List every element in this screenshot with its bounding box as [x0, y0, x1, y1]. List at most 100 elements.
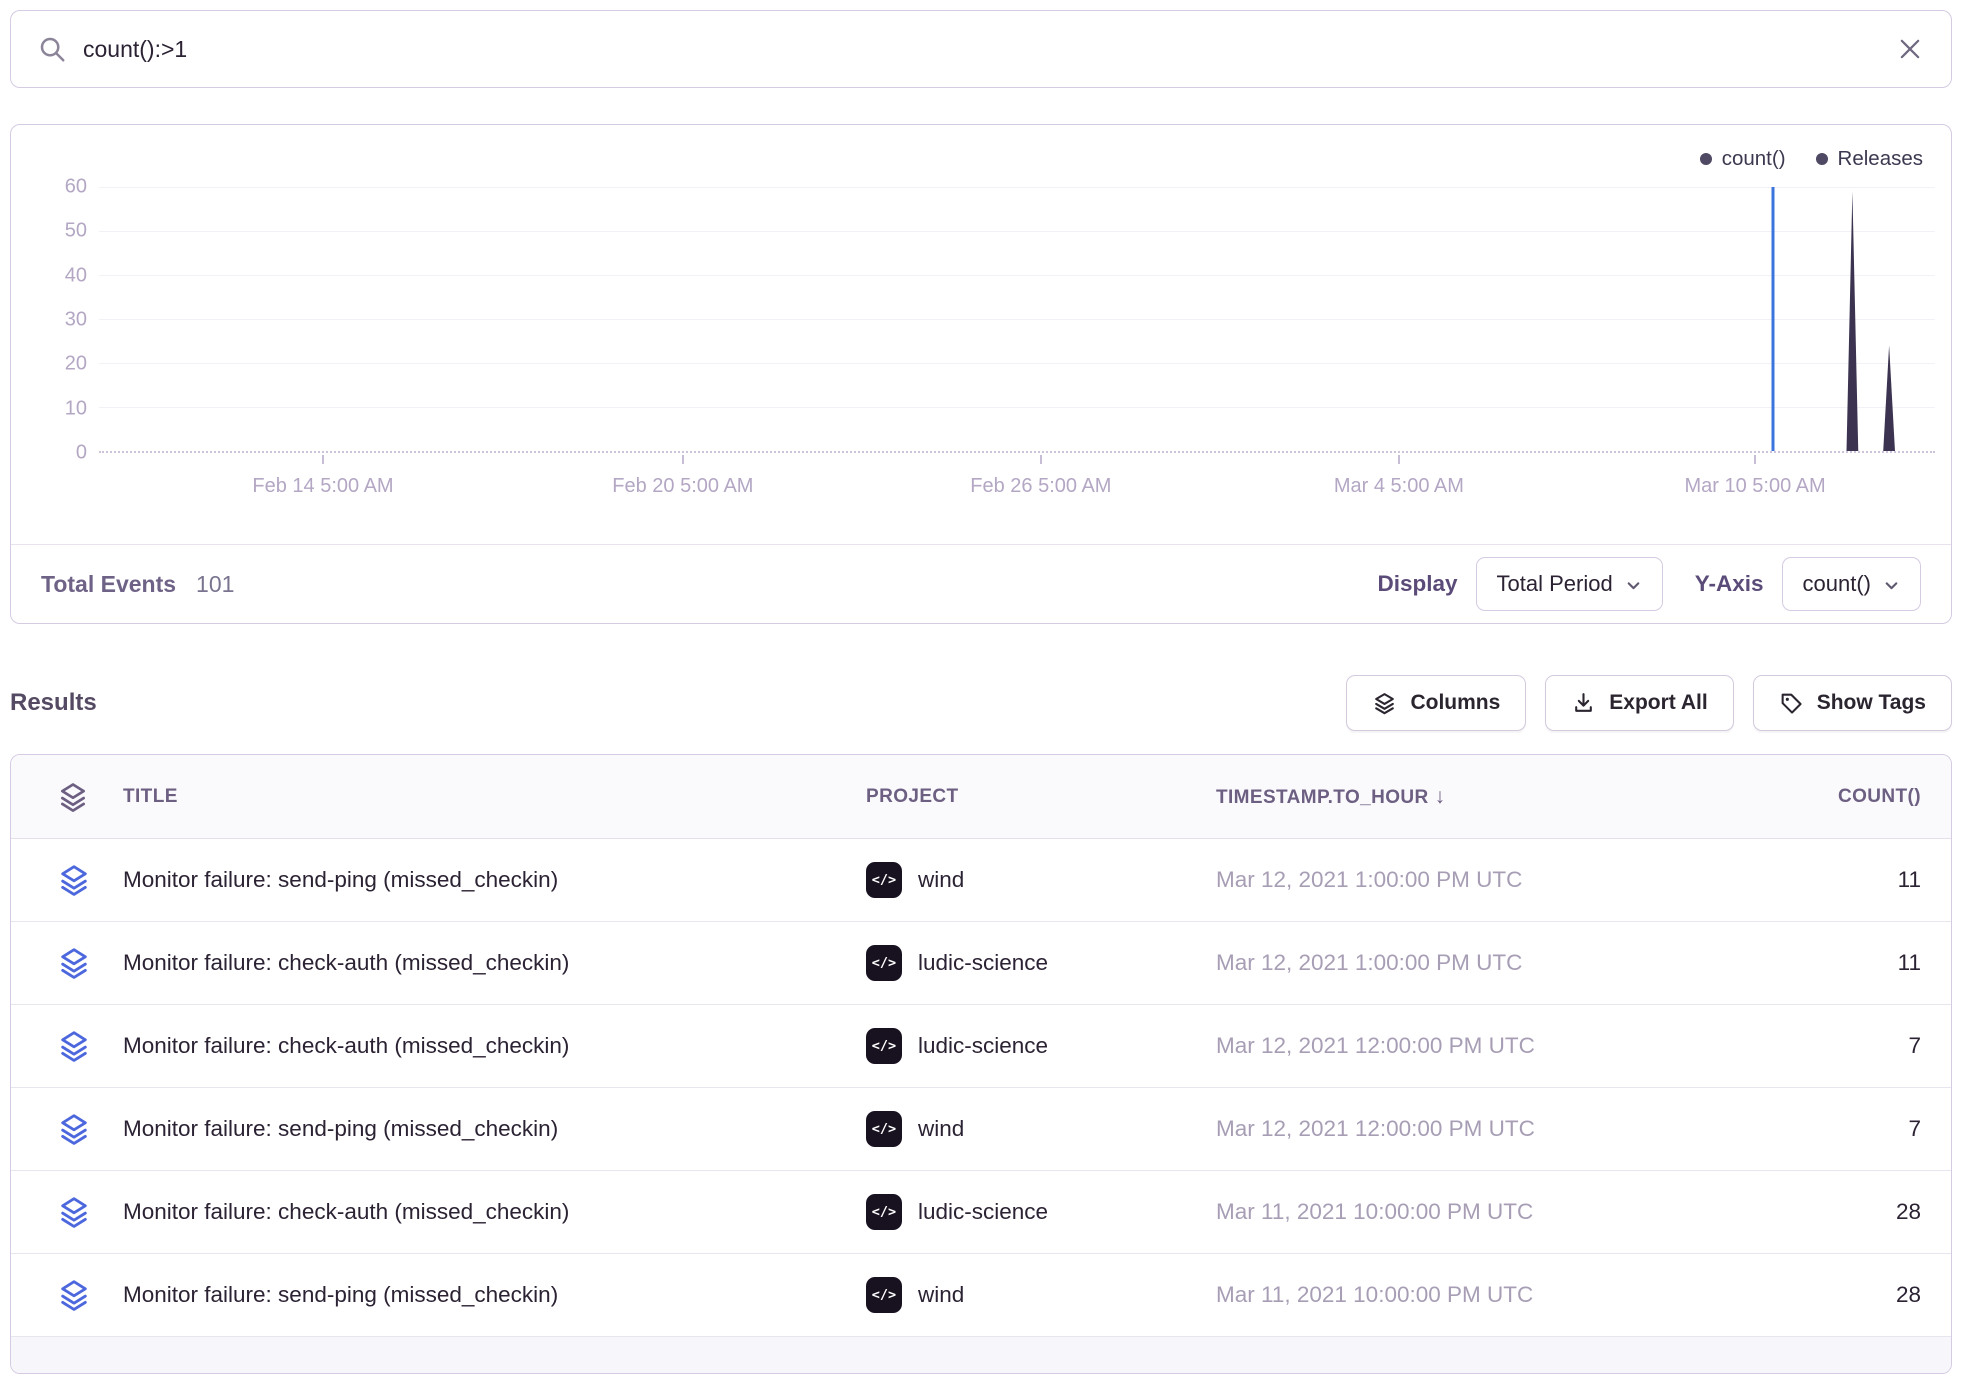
project-cell: </> wind — [866, 862, 1216, 898]
column-header-project[interactable]: PROJECT — [866, 786, 1216, 808]
count-cell: 11 — [1681, 867, 1951, 893]
total-events: Total Events 101 — [41, 571, 234, 598]
clear-search-icon[interactable] — [1895, 34, 1925, 64]
y-axis-dropdown-value: count() — [1803, 571, 1871, 597]
event-title-link[interactable]: Monitor failure: check-auth (missed_chec… — [123, 950, 866, 976]
project-name: ludic-science — [918, 950, 1048, 976]
project-platform-icon: </> — [866, 1028, 902, 1064]
stack-icon[interactable] — [57, 944, 91, 982]
stack-icon[interactable] — [57, 1193, 91, 1231]
table-row[interactable]: Monitor failure: send-ping (missed_check… — [11, 1254, 1951, 1337]
table-header-row: TITLE PROJECT TIMESTAMP.TO_HOUR ↓ COUNT() — [11, 755, 1951, 839]
column-header-timestamp[interactable]: TIMESTAMP.TO_HOUR ↓ — [1216, 785, 1681, 809]
column-header-title[interactable]: TITLE — [123, 786, 866, 808]
x-axis-tick — [1754, 455, 1756, 464]
x-axis-tick — [682, 455, 684, 464]
table-row[interactable]: Monitor failure: check-auth (missed_chec… — [11, 1171, 1951, 1254]
project-platform-icon: </> — [866, 1194, 902, 1230]
chart-controls: Display Total Period Y-Axis count() — [1377, 557, 1921, 611]
columns-button-label: Columns — [1410, 691, 1500, 715]
legend-label: Releases — [1838, 147, 1923, 171]
project-platform-icon: </> — [866, 1277, 902, 1313]
event-title-link[interactable]: Monitor failure: send-ping (missed_check… — [123, 867, 866, 893]
event-title-link[interactable]: Monitor failure: send-ping (missed_check… — [123, 1116, 866, 1142]
legend-item-count[interactable]: count() — [1700, 147, 1786, 171]
chart-legend: count() Releases — [1700, 147, 1923, 171]
results-heading: Results — [10, 689, 97, 717]
y-axis-tick-label: 40 — [65, 264, 87, 287]
results-actions: Columns Export All Show Tags — [1346, 675, 1952, 731]
x-axis-tick — [1040, 455, 1042, 464]
events-chart-panel: count()Releases 0102030405060 Feb 14 5:0… — [10, 124, 1952, 624]
columns-button[interactable]: Columns — [1346, 675, 1526, 731]
header-stack-cell[interactable] — [11, 779, 123, 815]
legend-dot-icon — [1816, 153, 1828, 165]
show-tags-button-label: Show Tags — [1817, 691, 1926, 715]
table-row[interactable]: Monitor failure: check-auth (missed_chec… — [11, 1005, 1951, 1088]
y-axis-label: Y-Axis — [1695, 571, 1764, 597]
layers-icon — [1372, 691, 1397, 716]
project-cell: </> ludic-science — [866, 945, 1216, 981]
stack-icon — [57, 779, 89, 815]
y-axis-tick-label: 0 — [76, 442, 87, 465]
y-axis-dropdown[interactable]: count() — [1782, 557, 1921, 611]
stack-icon[interactable] — [57, 1276, 91, 1314]
x-axis-tick-label: Feb 14 5:00 AM — [252, 475, 393, 498]
chart-footer: Total Events 101 Display Total Period Y-… — [11, 544, 1951, 623]
search-input[interactable] — [83, 36, 1895, 63]
count-cell: 7 — [1681, 1033, 1951, 1059]
row-stack-cell — [11, 1193, 123, 1231]
project-platform-icon: </> — [866, 862, 902, 898]
export-all-button[interactable]: Export All — [1545, 675, 1733, 731]
x-axis-tick-label: Feb 20 5:00 AM — [612, 475, 753, 498]
count-spike — [1847, 191, 1859, 451]
timestamp-cell: Mar 11, 2021 10:00:00 PM UTC — [1216, 1282, 1681, 1308]
project-name: wind — [918, 1116, 964, 1142]
project-cell: </> wind — [866, 1111, 1216, 1147]
y-axis-tick-label: 20 — [65, 353, 87, 376]
project-cell: </> wind — [866, 1277, 1216, 1313]
project-cell: </> ludic-science — [866, 1194, 1216, 1230]
search-icon — [37, 34, 67, 64]
search-bar — [10, 10, 1952, 88]
download-icon — [1571, 691, 1596, 716]
table-footer — [11, 1337, 1951, 1373]
row-stack-cell — [11, 861, 123, 899]
table-row[interactable]: Monitor failure: send-ping (missed_check… — [11, 1088, 1951, 1171]
sort-desc-icon: ↓ — [1435, 785, 1446, 808]
total-events-label: Total Events — [41, 571, 176, 598]
x-axis-tick — [322, 455, 324, 464]
chart-y-labels: 0102030405060 — [25, 187, 87, 453]
y-axis-tick-label: 50 — [65, 220, 87, 243]
x-axis-tick-label: Mar 10 5:00 AM — [1684, 475, 1825, 498]
stack-icon[interactable] — [57, 1027, 91, 1065]
display-dropdown[interactable]: Total Period — [1476, 557, 1663, 611]
legend-label: count() — [1722, 147, 1786, 171]
table-row[interactable]: Monitor failure: check-auth (missed_chec… — [11, 922, 1951, 1005]
count-cell: 28 — [1681, 1199, 1951, 1225]
plot-area — [99, 187, 1935, 453]
project-name: ludic-science — [918, 1199, 1048, 1225]
stack-icon[interactable] — [57, 1110, 91, 1148]
show-tags-button[interactable]: Show Tags — [1753, 675, 1952, 731]
export-all-button-label: Export All — [1609, 691, 1707, 715]
row-stack-cell — [11, 1110, 123, 1148]
count-series — [99, 187, 1935, 451]
event-title-link[interactable]: Monitor failure: check-auth (missed_chec… — [123, 1199, 866, 1225]
project-name: wind — [918, 867, 964, 893]
x-axis-tick-label: Feb 26 5:00 AM — [970, 475, 1111, 498]
count-cell: 7 — [1681, 1116, 1951, 1142]
event-title-link[interactable]: Monitor failure: check-auth (missed_chec… — [123, 1033, 866, 1059]
column-header-count[interactable]: COUNT() — [1681, 786, 1951, 808]
legend-item-releases[interactable]: Releases — [1816, 147, 1923, 171]
project-name: ludic-science — [918, 1033, 1048, 1059]
y-axis-tick-label: 10 — [65, 397, 87, 420]
x-axis-tick — [1398, 455, 1400, 464]
total-events-value: 101 — [196, 571, 234, 598]
timestamp-column-label: TIMESTAMP.TO_HOUR — [1216, 787, 1429, 808]
stack-icon[interactable] — [57, 861, 91, 899]
row-stack-cell — [11, 1276, 123, 1314]
event-title-link[interactable]: Monitor failure: send-ping (missed_check… — [123, 1282, 866, 1308]
table-row[interactable]: Monitor failure: send-ping (missed_check… — [11, 839, 1951, 922]
display-label: Display — [1377, 571, 1457, 597]
